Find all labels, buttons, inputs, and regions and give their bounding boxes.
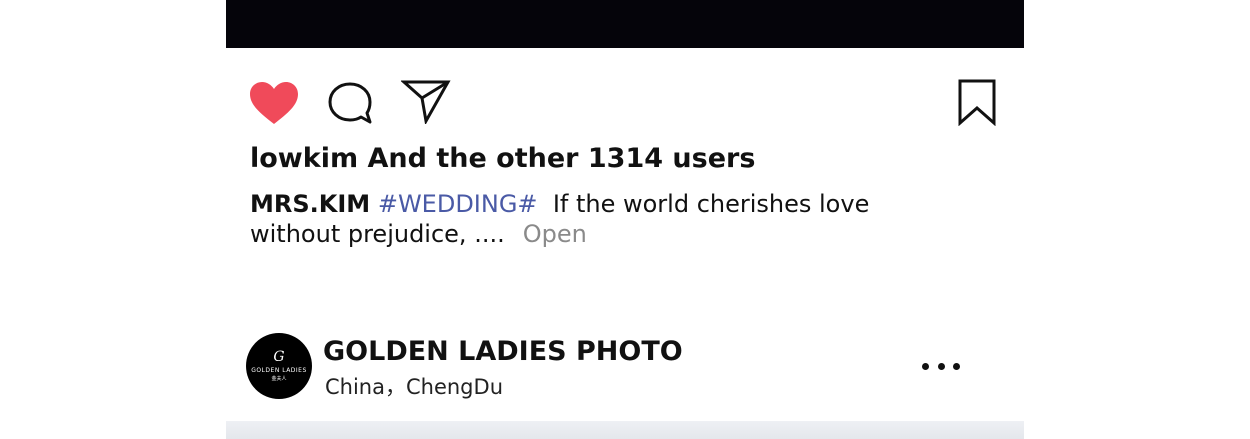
more-horizontal-icon <box>953 362 960 370</box>
caption-author[interactable]: MRS.KIM <box>250 190 370 218</box>
account-name[interactable]: GOLDEN LADIES PHOTO <box>323 336 683 367</box>
comment-icon[interactable] <box>327 81 373 125</box>
post-caption: MRS.KIM #WEDDING# If the world cherishes… <box>250 189 950 249</box>
heart-icon[interactable] <box>248 80 300 126</box>
more-options-button[interactable] <box>922 352 960 380</box>
avatar-brand-text: GOLDEN LADIES <box>251 367 307 374</box>
caption-open-link[interactable]: Open <box>523 220 587 248</box>
send-icon[interactable] <box>401 78 451 124</box>
post-action-bar <box>226 74 1024 130</box>
avatar-monogram: G <box>273 349 285 365</box>
post-image[interactable] <box>226 0 1024 48</box>
more-horizontal-icon <box>922 362 929 370</box>
caption-hashtag[interactable]: #WEDDING# <box>378 190 538 218</box>
avatar-sub-text: 金夫人 <box>271 376 287 382</box>
next-post-image[interactable] <box>226 421 1024 439</box>
avatar[interactable]: G GOLDEN LADIES 金夫人 <box>246 333 312 399</box>
more-horizontal-icon <box>937 362 945 370</box>
account-location[interactable]: China，ChengDu <box>325 371 503 401</box>
bookmark-icon[interactable] <box>957 78 997 126</box>
likes-count[interactable]: lowkim And the other 1314 users <box>250 143 755 174</box>
